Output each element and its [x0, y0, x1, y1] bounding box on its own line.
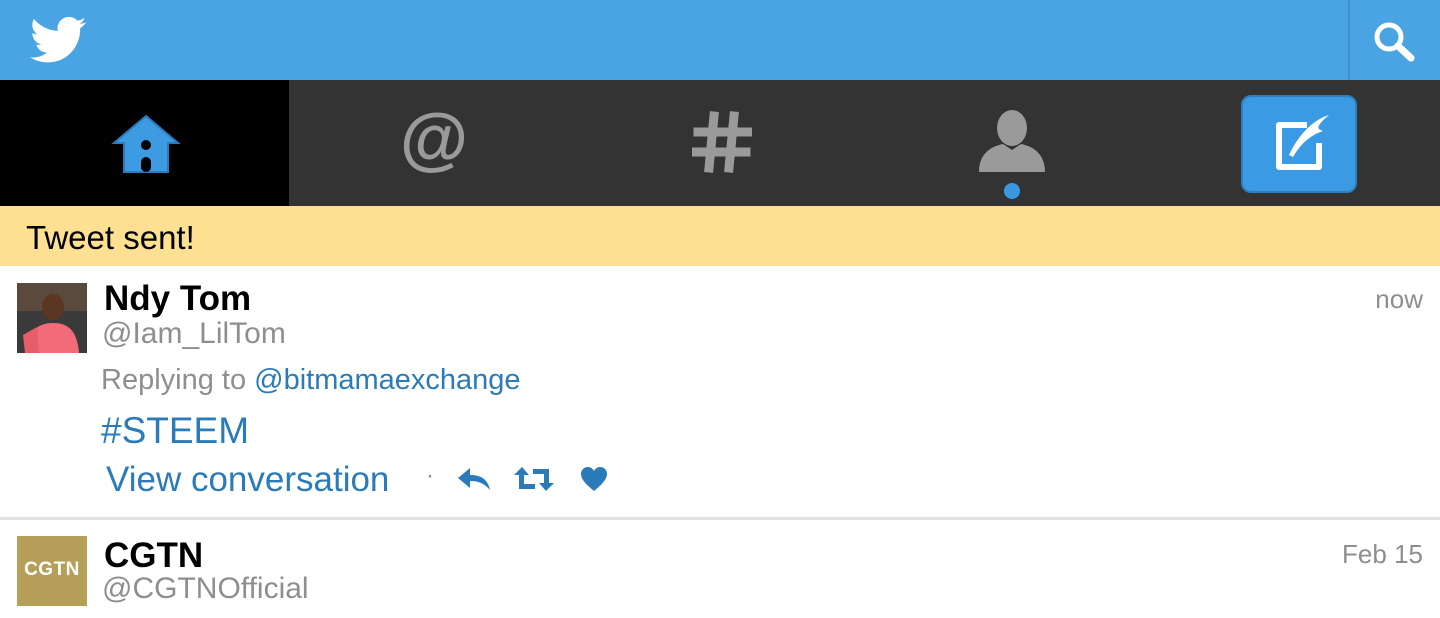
user-handle[interactable]: @CGTNOfficial: [102, 572, 309, 606]
replying-to-line: Replying to @bitmamaexchange: [101, 364, 521, 397]
replying-to-mention[interactable]: @bitmamaexchange: [254, 364, 520, 396]
tab-me[interactable]: [865, 80, 1153, 206]
compose-button[interactable]: [1241, 95, 1357, 193]
display-name[interactable]: CGTN: [104, 536, 203, 576]
tweet[interactable]: CGTN CGTN @CGTNOfficial Feb 15: [0, 523, 1440, 618]
at-sign-icon: @: [400, 107, 468, 173]
timestamp[interactable]: Feb 15: [1342, 539, 1423, 570]
avatar[interactable]: [17, 283, 87, 353]
svg-text:@: @: [400, 107, 468, 173]
compose-icon: [1276, 115, 1329, 170]
display-name[interactable]: Ndy Tom: [104, 279, 251, 319]
twitter-bird-icon[interactable]: [30, 16, 86, 64]
view-conversation-link[interactable]: View conversation: [106, 460, 389, 500]
tab-home[interactable]: [0, 80, 289, 206]
retweet-icon[interactable]: [513, 466, 555, 492]
hashtag-icon: [692, 111, 752, 173]
tab-connect[interactable]: @: [289, 80, 577, 206]
home-icon: [111, 114, 181, 173]
separator: ·: [426, 462, 434, 489]
search-icon: [1374, 22, 1415, 62]
tab-discover[interactable]: [577, 80, 865, 206]
replying-to-label: Replying to: [101, 364, 255, 396]
top-bar: [0, 0, 1440, 80]
tweet-text[interactable]: #STEEM: [101, 410, 249, 452]
tweet-sent-notice: Tweet sent!: [0, 206, 1440, 266]
user-handle[interactable]: @Iam_LilTom: [102, 317, 286, 351]
reply-icon[interactable]: [456, 466, 494, 492]
person-icon: [979, 110, 1045, 172]
avatar[interactable]: CGTN: [17, 536, 87, 606]
nav-bar: @: [0, 80, 1440, 206]
timestamp[interactable]: now: [1375, 284, 1423, 315]
unread-dot: [1004, 183, 1020, 199]
like-icon[interactable]: [580, 466, 608, 492]
search-button[interactable]: [1348, 0, 1440, 80]
tweet[interactable]: Ndy Tom @Iam_LilTom now Replying to @bit…: [0, 266, 1440, 520]
tab-compose[interactable]: [1153, 80, 1440, 206]
avatar-photo: [17, 283, 87, 353]
avatar-logo-text: CGTN: [24, 559, 80, 580]
notice-text: Tweet sent!: [26, 219, 195, 256]
